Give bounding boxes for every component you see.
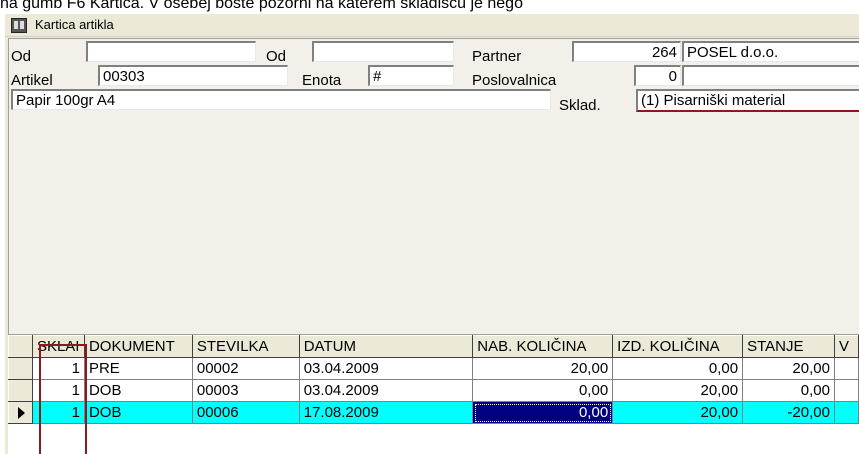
partner-name-field[interactable]: POSEL d.o.o. [682,41,859,62]
cell-v[interactable] [833,401,859,424]
cell-stevilka[interactable]: 00003 [191,379,300,402]
cell-stanje[interactable]: 0,00 [742,379,835,402]
table-row[interactable]: 1 PRE 00002 03.04.2009 20,00 0,00 20,00 [8,357,859,380]
filter-form: Od Od Partner 264 POSEL d.o.o. Artikel 0… [8,38,859,334]
enota-field[interactable]: # [368,65,454,86]
cell-izd-kolicina[interactable]: 20,00 [612,401,744,424]
window-title: Kartica artikla [35,17,114,32]
cell-nab-kolicina[interactable]: 0,00 [472,379,614,402]
cell-sklad[interactable]: 1 [31,357,85,380]
cell-stanje[interactable]: 20,00 [742,357,835,380]
article-description-field[interactable]: Papir 100gr A4 [11,89,551,110]
cell-v[interactable] [833,357,859,380]
column-header-dokument[interactable]: DOKUMENT [83,335,193,358]
row-indicator[interactable] [8,379,33,402]
article-card-window: Kartica artikla Od Od Partner 264 POSEL … [5,14,859,454]
column-header-v[interactable]: V [833,335,859,358]
table-row-selected[interactable]: 1 DOB 00006 17.08.2009 0,00 20,00 -20,00 [8,401,859,424]
cell-stevilka[interactable]: 00006 [191,401,300,424]
column-header-datum[interactable]: DATUM [298,335,474,358]
partner-label: Partner [472,48,522,65]
cell-nab-kolicina-focused[interactable]: 0,00 [472,401,614,424]
indicator-header [8,335,33,358]
poslovalnica-label: Poslovalnica [472,72,557,89]
current-row-arrow-icon [18,406,25,419]
poslovalnica-name-field[interactable] [682,65,859,86]
artikel-label: Artikel [11,72,53,89]
cell-sklad[interactable]: 1 [31,379,85,402]
column-header-stanje[interactable]: STANJE [742,335,835,358]
cell-datum[interactable]: 03.04.2009 [298,357,474,380]
app-icon [11,18,27,33]
movements-grid: SKLAI DOKUMENT STEVILKA DATUM NAB. KOLIČ… [8,334,859,454]
partner-code-field[interactable]: 264 [572,41,681,62]
od-label-1: Od [11,48,32,65]
title-bar: Kartica artikla [5,14,859,37]
cell-sklad[interactable]: 1 [31,401,85,424]
od-field-1[interactable] [86,41,256,62]
table-row[interactable]: 1 DOB 00003 03.04.2009 0,00 20,00 0,00 [8,379,859,402]
column-header-nab-kolicina[interactable]: NAB. KOLIČINA [472,335,614,358]
row-indicator[interactable] [8,357,33,380]
cell-datum[interactable]: 03.04.2009 [298,379,474,402]
od-field-2[interactable] [312,41,454,62]
caption-text: na gumb F6 Kartica. V osebej boste pozor… [0,0,523,12]
cell-dokument[interactable]: DOB [83,401,193,424]
cell-stanje[interactable]: -20,00 [742,401,835,424]
movements-table: SKLAI DOKUMENT STEVILKA DATUM NAB. KOLIČ… [8,335,859,424]
column-header-izd-kolicina[interactable]: IZD. KOLIČINA [612,335,744,358]
cell-dokument[interactable]: PRE [83,357,193,380]
artikel-field[interactable]: 00303 [98,65,288,86]
cell-dokument[interactable]: DOB [83,379,193,402]
sklad-field[interactable]: (1) Pisarniški material [636,89,859,112]
cell-izd-kolicina[interactable]: 20,00 [612,379,744,402]
sklad-label: Sklad. [559,97,601,114]
cell-datum[interactable]: 17.08.2009 [298,401,474,424]
od-label-2: Od [266,48,287,65]
poslovalnica-code-field[interactable]: 0 [634,65,681,86]
cell-nab-kolicina[interactable]: 20,00 [472,357,614,380]
cell-izd-kolicina[interactable]: 0,00 [612,357,744,380]
column-header-sklad[interactable]: SKLAI [31,335,85,358]
cell-v[interactable] [833,379,859,402]
cell-stevilka[interactable]: 00002 [191,357,300,380]
column-header-stevilka[interactable]: STEVILKA [191,335,300,358]
enota-label: Enota [302,72,342,89]
current-row-indicator[interactable] [8,401,33,424]
